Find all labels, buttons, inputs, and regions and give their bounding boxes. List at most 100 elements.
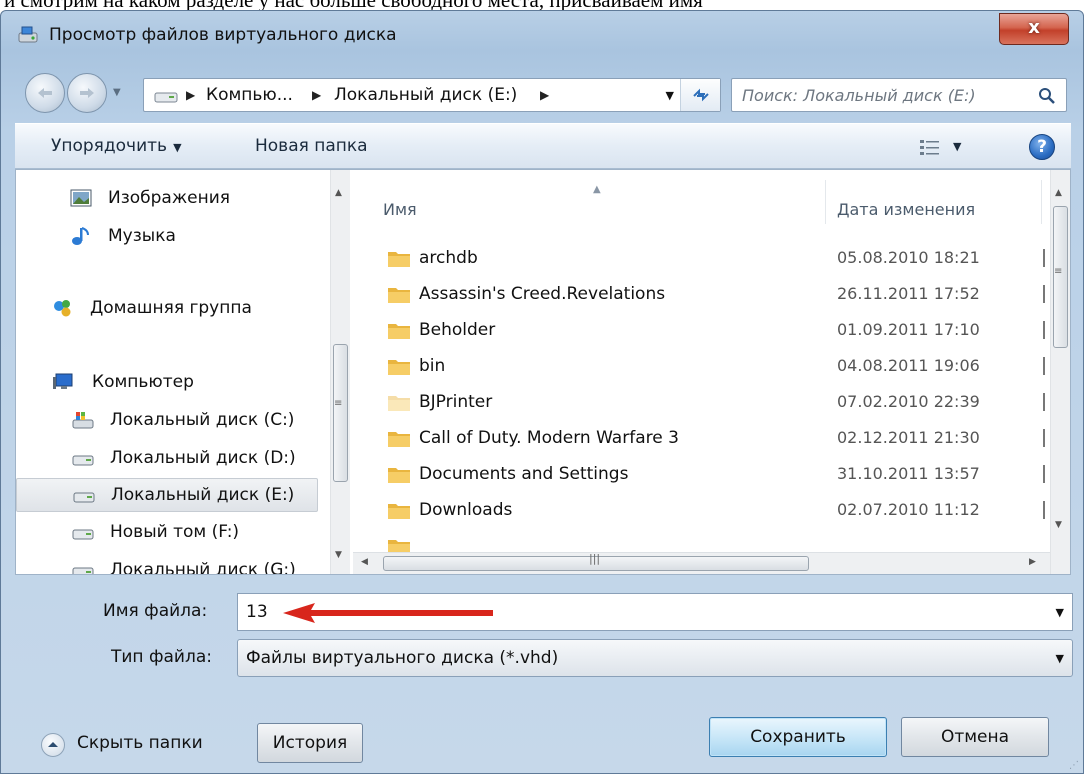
file-date: 02.12.2011 21:30 xyxy=(837,428,980,447)
nav-item-drive-c[interactable]: Локальный диск (C:) xyxy=(16,404,318,438)
column-divider[interactable] xyxy=(1041,180,1042,224)
file-name: Beholder xyxy=(419,320,496,340)
folder-icon xyxy=(388,324,410,339)
file-name: bin xyxy=(419,356,446,376)
nav-item-drive-e[interactable]: Локальный диск (E:) xyxy=(16,478,318,512)
file-date: 04.08.2011 19:06 xyxy=(837,356,980,375)
scroll-up-icon[interactable]: ▲ xyxy=(335,188,342,198)
sort-ascending-icon: ▲ xyxy=(593,184,601,195)
file-row[interactable]: Downloads 02.07.2010 11:12 xyxy=(353,492,1050,528)
folder-icon xyxy=(388,432,410,447)
nav-pane-scrollbar[interactable]: ▲ ≡ ▼ xyxy=(330,170,350,574)
history-button[interactable]: История xyxy=(257,723,363,763)
refresh-button[interactable] xyxy=(680,79,720,111)
save-dialog-window: Просмотр файлов виртуального диска x ▼ ▶… xyxy=(0,10,1084,774)
arrow-left-icon xyxy=(38,88,52,98)
folder-icon xyxy=(388,288,410,303)
column-header-date[interactable]: Дата изменения xyxy=(837,200,975,219)
file-row[interactable]: Documents and Settings 31.10.2011 13:57 xyxy=(353,456,1050,492)
column-header-name[interactable]: Имя xyxy=(383,200,417,219)
folder-icon xyxy=(388,504,410,519)
cancel-button[interactable]: Отмена xyxy=(901,717,1049,757)
breadcrumb-drive-e[interactable]: Локальный диск (E:) xyxy=(334,85,517,105)
save-button[interactable]: Сохранить xyxy=(709,717,887,757)
file-date: 01.09.2011 17:10 xyxy=(837,320,980,339)
nav-item-pictures[interactable]: Изображения xyxy=(16,182,318,216)
nav-item-label: Локальный диск (C:) xyxy=(110,410,295,430)
file-name: Assassin's Creed.Revelations xyxy=(419,284,666,304)
pictures-icon xyxy=(70,189,92,207)
breadcrumb-computer[interactable]: Компью... xyxy=(206,85,293,105)
nav-item-label: Локальный диск (E:) xyxy=(111,485,295,505)
computer-icon xyxy=(53,373,73,389)
scroll-grip-icon: ||| xyxy=(589,552,601,565)
scroll-up-icon[interactable]: ▲ xyxy=(1055,188,1062,198)
folder-icon xyxy=(388,540,410,552)
file-row-partial[interactable] xyxy=(353,528,1050,552)
folder-icon xyxy=(388,468,410,483)
forward-button[interactable] xyxy=(67,73,107,113)
breadcrumb-separator-icon[interactable]: ▶ xyxy=(312,88,321,102)
file-list-vertical-scrollbar[interactable]: ▲ ≡ ▼ xyxy=(1050,170,1070,574)
address-dropdown-icon[interactable]: ▼ xyxy=(666,89,674,102)
scroll-down-icon[interactable]: ▼ xyxy=(1055,520,1062,530)
drive-icon xyxy=(72,455,94,466)
file-date: 31.10.2011 13:57 xyxy=(837,464,980,483)
address-bar[interactable]: ▶ Компью... ▶ Локальный диск (E:) ▶ ▼ xyxy=(143,78,721,112)
column-divider[interactable] xyxy=(825,180,826,224)
filetype-select[interactable]: Файлы виртуального диска (*.vhd) ▼ xyxy=(237,639,1073,677)
folder-icon xyxy=(388,360,410,375)
nav-item-music[interactable]: Музыка xyxy=(16,220,318,254)
scroll-thumb[interactable] xyxy=(333,344,348,482)
chevron-down-icon[interactable]: ▼ xyxy=(1056,606,1064,619)
search-icon[interactable] xyxy=(1038,87,1056,105)
file-row[interactable]: BJPrinter 07.02.2010 22:39 xyxy=(353,384,1050,420)
nav-item-drive-d[interactable]: Локальный диск (D:) xyxy=(16,442,318,476)
help-icon[interactable]: ? xyxy=(1029,134,1055,160)
file-type-cell xyxy=(1043,429,1045,447)
save-form: Имя файла: ▼ Тип файла: Файлы виртуально… xyxy=(1,575,1083,774)
scroll-grip-icon: ≡ xyxy=(334,398,343,409)
scroll-down-icon[interactable]: ▼ xyxy=(335,550,342,560)
back-button[interactable] xyxy=(25,73,65,113)
filetype-label: Тип файла: xyxy=(111,647,212,667)
file-row[interactable]: Call of Duty. Modern Warfare 3 02.12.201… xyxy=(353,420,1050,456)
nav-item-computer[interactable]: Компьютер xyxy=(16,366,318,400)
resize-grip-icon[interactable]: ⋰ xyxy=(1069,760,1079,771)
nav-item-homegroup[interactable]: Домашняя группа xyxy=(16,292,318,326)
file-row[interactable]: bin 04.08.2011 19:06 xyxy=(353,348,1050,384)
search-input[interactable] xyxy=(732,79,1022,111)
nav-item-drive-f[interactable]: Новый том (F:) xyxy=(16,516,318,550)
close-button[interactable]: x xyxy=(999,13,1069,45)
folder-icon xyxy=(388,396,410,411)
breadcrumb-separator-icon[interactable]: ▶ xyxy=(540,88,549,102)
filename-label: Имя файла: xyxy=(103,601,208,621)
nav-item-label: Локальный диск (G:) xyxy=(110,560,296,574)
system-drive-icon xyxy=(72,412,94,429)
nav-item-drive-g[interactable]: Локальный диск (G:) xyxy=(16,554,318,574)
file-name: BJPrinter xyxy=(419,392,493,412)
new-folder-button[interactable]: Новая папка xyxy=(255,136,368,156)
title-bar[interactable]: Просмотр файлов виртуального диска x xyxy=(1,11,1083,53)
caret-down-icon: ▼ xyxy=(173,141,182,154)
file-date: 07.02.2010 22:39 xyxy=(837,392,980,411)
breadcrumb-separator-icon[interactable]: ▶ xyxy=(186,88,195,102)
annotation-arrow-icon xyxy=(283,603,493,623)
search-box[interactable] xyxy=(731,78,1067,112)
scroll-left-icon[interactable]: ◀ xyxy=(361,557,368,567)
drive-icon xyxy=(72,567,94,574)
view-options-icon[interactable] xyxy=(919,138,941,156)
file-date: 02.07.2010 11:12 xyxy=(837,500,980,519)
file-row[interactable]: Beholder 01.09.2011 17:10 xyxy=(353,312,1050,348)
chevron-down-icon[interactable]: ▼ xyxy=(1056,652,1064,665)
organize-menu-button[interactable]: Упорядочить ▼ xyxy=(51,136,182,156)
file-type-cell xyxy=(1043,465,1045,483)
view-dropdown-icon[interactable]: ▼ xyxy=(953,140,961,153)
file-row[interactable]: Assassin's Creed.Revelations 26.11.2011 … xyxy=(353,276,1050,312)
scroll-thumb[interactable] xyxy=(1053,206,1068,348)
file-list-horizontal-scrollbar[interactable]: ◀ ||| ▶ xyxy=(353,552,1050,574)
recent-pages-dropdown-icon[interactable]: ▼ xyxy=(113,87,121,98)
scroll-right-icon[interactable]: ▶ xyxy=(1029,557,1036,567)
file-row[interactable]: archdb 05.08.2010 18:21 xyxy=(353,240,1050,276)
drive-icon xyxy=(72,529,94,540)
